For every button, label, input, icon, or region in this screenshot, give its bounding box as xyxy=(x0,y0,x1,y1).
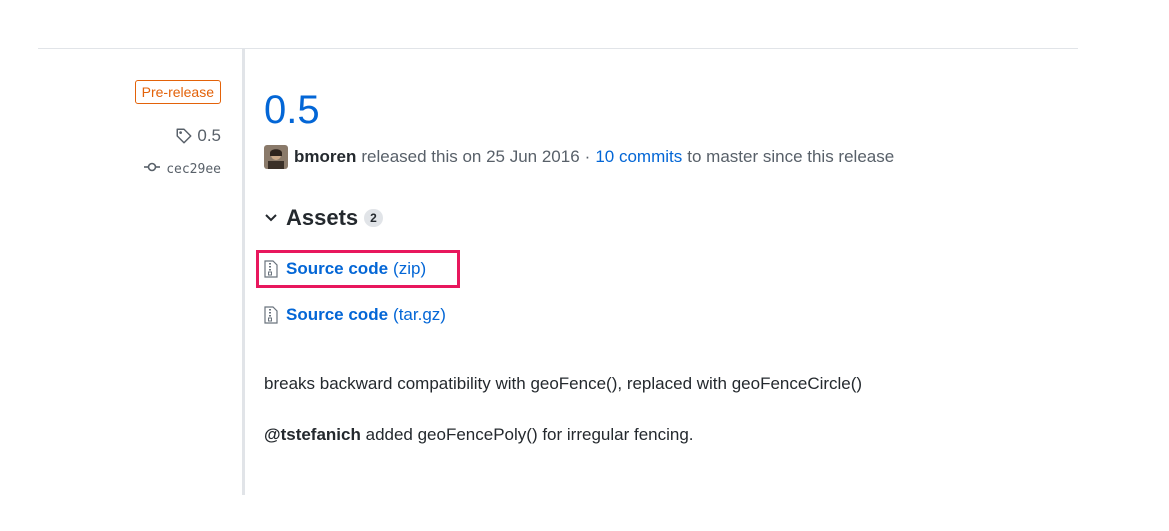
asset-name: Source code xyxy=(286,305,389,324)
prerelease-badge: Pre-release xyxy=(134,80,221,104)
tag-label: 0.5 xyxy=(197,126,221,145)
git-commit-icon xyxy=(144,161,161,177)
tag-icon xyxy=(175,127,193,145)
since-text: to master since this release xyxy=(687,147,895,166)
assets-count-badge: 2 xyxy=(364,209,383,227)
release-note-line-2: @tstefanich added geoFencePoly() for irr… xyxy=(264,425,694,445)
assets-title: Assets xyxy=(286,205,359,230)
avatar[interactable] xyxy=(264,145,288,169)
release-byline: bmoren released this on 25 Jun 2016 · 10… xyxy=(264,145,894,169)
release-note-text: added geoFencePoly() for irregular fenci… xyxy=(365,425,694,444)
commits-link[interactable]: 10 commits xyxy=(595,147,682,167)
highlight-box xyxy=(256,250,460,288)
file-zip-icon xyxy=(264,306,278,324)
asset-ext: (tar.gz) xyxy=(393,305,446,324)
top-divider xyxy=(38,48,1078,49)
commit-sha: cec29ee xyxy=(166,161,221,177)
timeline-line xyxy=(242,48,245,495)
chevron-down-icon xyxy=(264,211,278,225)
author-link[interactable]: bmoren xyxy=(294,147,356,167)
release-note-line-1: breaks backward compatibility with geoFe… xyxy=(264,374,863,393)
commit-link[interactable]: cec29ee xyxy=(144,161,221,177)
user-mention-link[interactable]: @tstefanich xyxy=(264,425,361,444)
release-title[interactable]: 0.5 xyxy=(264,86,320,134)
asset-source-targz[interactable]: Source code (tar.gz) xyxy=(264,305,446,325)
separator: · xyxy=(584,147,591,166)
assets-toggle[interactable]: Assets 2 xyxy=(264,205,383,231)
released-text: released this on 25 Jun 2016 xyxy=(361,147,580,166)
tag-link[interactable]: 0.5 xyxy=(175,126,221,146)
